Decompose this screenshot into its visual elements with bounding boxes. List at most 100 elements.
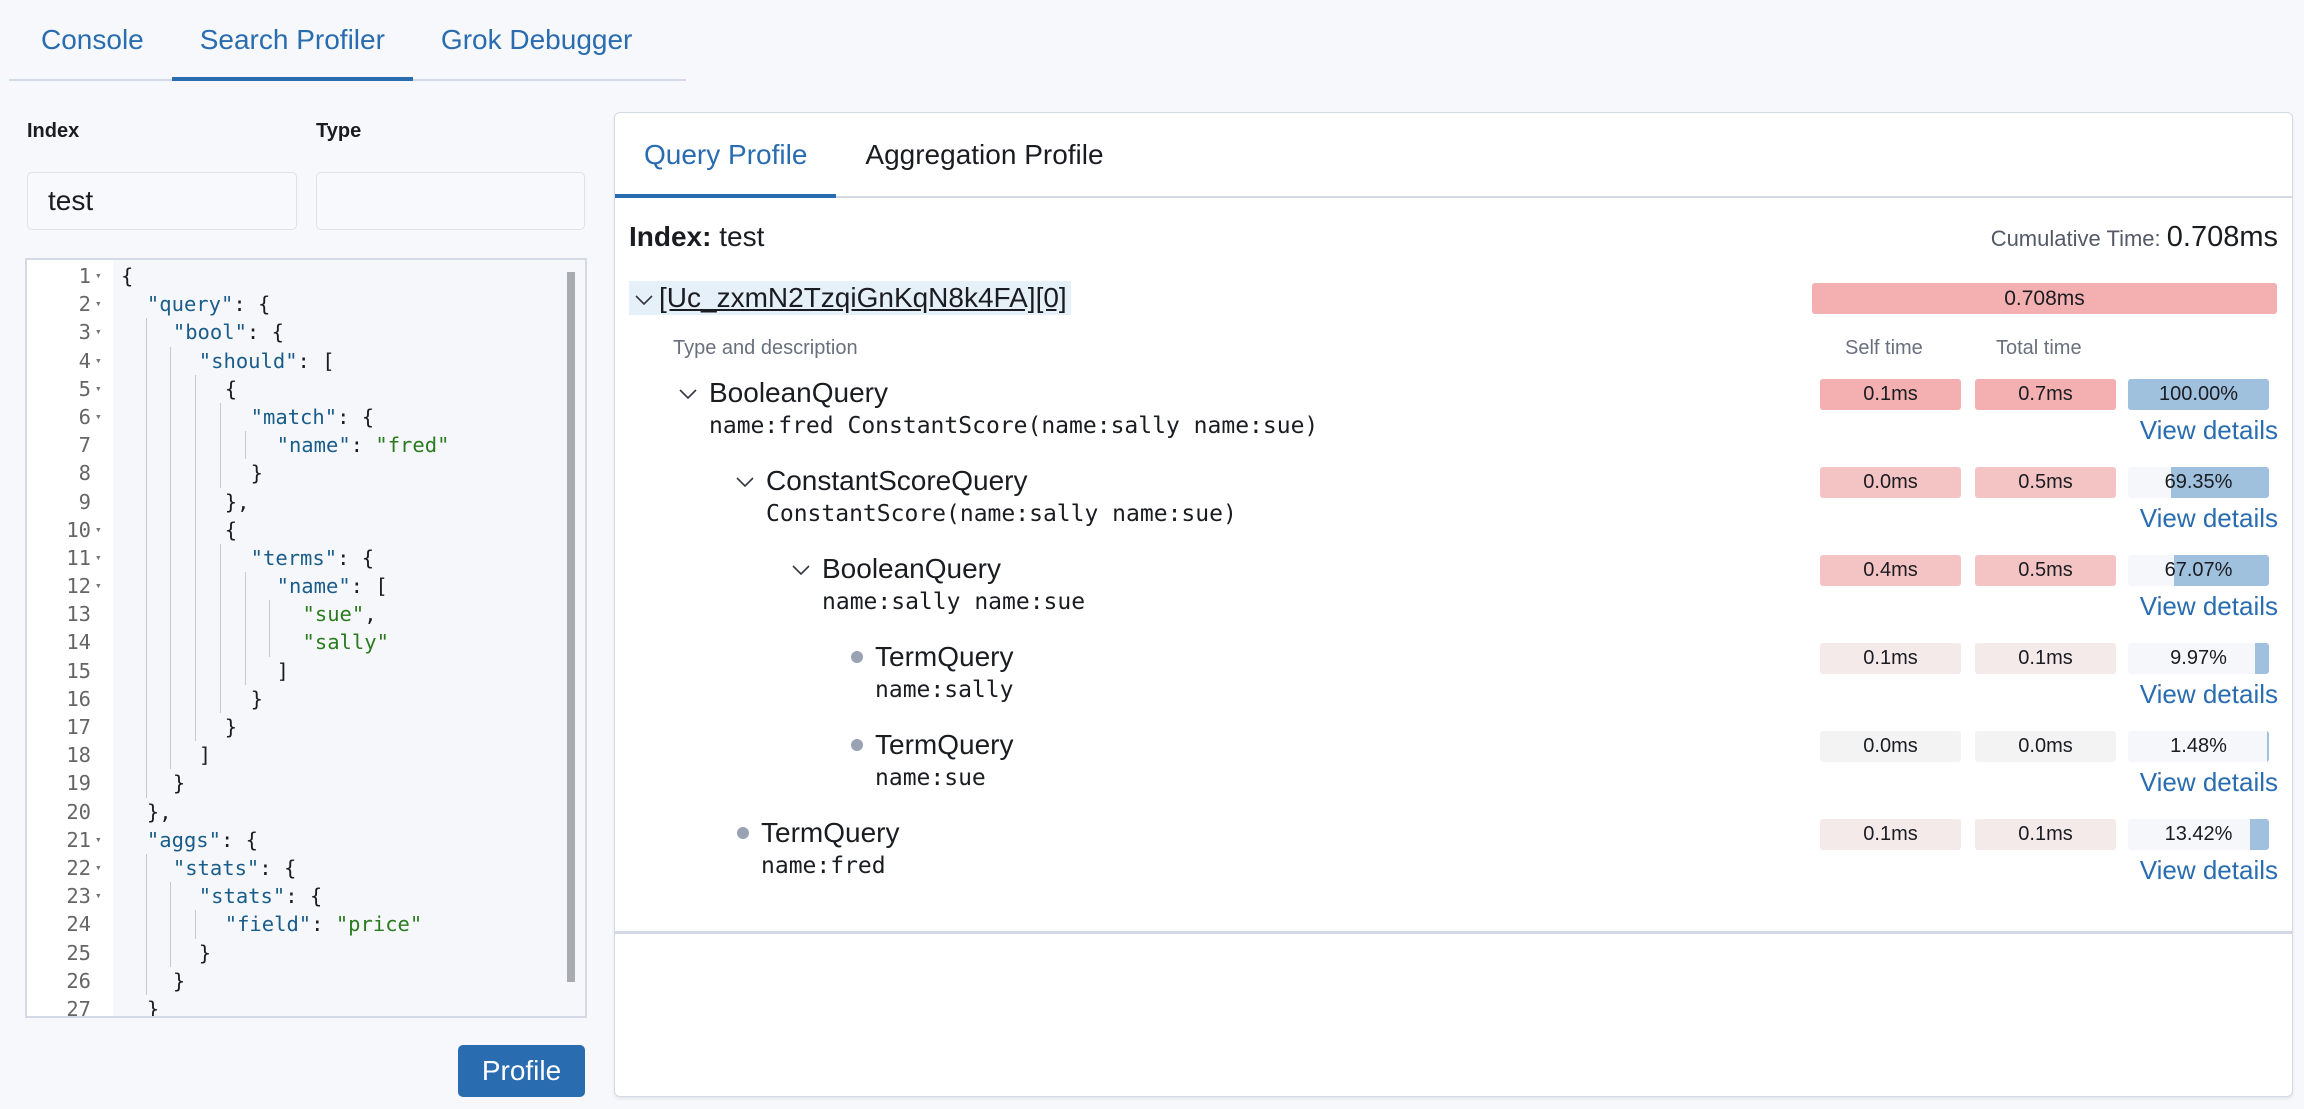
indent-guide bbox=[219, 431, 221, 460]
self-time-badge: 0.1ms bbox=[1820, 819, 1961, 850]
line-number: 17 bbox=[66, 715, 91, 739]
type-input[interactable] bbox=[316, 172, 585, 230]
query-row: TermQuery name:sally 0.1ms 0.1ms 9.97% View d… bbox=[615, 639, 2292, 727]
line-number: 26 bbox=[66, 968, 91, 993]
indent-guide bbox=[219, 628, 221, 657]
code-text: "sue", bbox=[302, 602, 377, 627]
fold-arrow-icon[interactable]: ▾ bbox=[95, 882, 102, 910]
index-label: Index bbox=[27, 120, 80, 142]
fold-arrow-icon[interactable]: ▾ bbox=[95, 826, 102, 854]
indent-guide bbox=[244, 656, 246, 685]
fold-arrow-icon[interactable]: ▾ bbox=[95, 544, 102, 572]
editor-code[interactable]: 1 ▾{2 ▾ "query": {3 ▾ "bool": {4 ▾ "should": [5… bbox=[27, 262, 585, 1018]
code-text: "query": { bbox=[146, 292, 271, 317]
line-number: 27 bbox=[66, 996, 91, 1018]
code-text: "match": { bbox=[250, 404, 375, 429]
view-details-link[interactable]: View details bbox=[2140, 415, 2278, 446]
profile-results-panel: Query Profile Aggregation Profile Index:… bbox=[614, 112, 2293, 1097]
self-time-badge: 0.0ms bbox=[1820, 731, 1961, 762]
tab-console[interactable]: Console bbox=[9, 0, 172, 79]
indent-guide bbox=[219, 600, 221, 629]
editor-line: 19} bbox=[27, 769, 585, 798]
code-text: "aggs": { bbox=[146, 827, 259, 852]
line-number: 4 bbox=[78, 348, 91, 373]
indent-guide bbox=[195, 656, 197, 685]
view-details-link[interactable]: View details bbox=[2140, 503, 2278, 534]
query-type[interactable]: BooleanQuery bbox=[679, 375, 888, 411]
percent-bar: 69.35% bbox=[2128, 467, 2269, 498]
query-editor[interactable]: 1 ▾{2 ▾ "query": {3 ▾ "bool": {4 ▾ "should": [5… bbox=[25, 258, 587, 1018]
line-number: 1 bbox=[78, 264, 91, 288]
tab-grok-debugger[interactable]: Grok Debugger bbox=[413, 0, 660, 79]
code-text: } bbox=[146, 996, 160, 1018]
view-details-link[interactable]: View details bbox=[2140, 591, 2278, 622]
shard-toggle[interactable]: [Uc_zxmN2TzqiGnKqN8k4FA][0] bbox=[629, 281, 1071, 315]
indent-guide bbox=[219, 656, 221, 685]
query-type-label: BooleanQuery bbox=[709, 377, 889, 408]
percent-value: 1.48% bbox=[2170, 735, 2227, 757]
editor-line: 20}, bbox=[27, 798, 585, 826]
view-details-link[interactable]: View details bbox=[2140, 679, 2278, 710]
indent-guide bbox=[145, 543, 147, 573]
index-input[interactable] bbox=[27, 172, 297, 230]
fold-arrow-icon[interactable]: ▾ bbox=[95, 572, 102, 600]
tab-aggregation-profile[interactable]: Aggregation Profile bbox=[836, 113, 1132, 196]
fold-arrow-icon[interactable]: ▾ bbox=[95, 403, 102, 431]
line-number: 24 bbox=[66, 912, 91, 937]
query-type[interactable]: BooleanQuery bbox=[792, 551, 1001, 587]
fold-arrow-icon[interactable]: ▾ bbox=[95, 318, 102, 346]
editor-line: 21 ▾ "aggs": { bbox=[27, 826, 585, 854]
tab-query-profile[interactable]: Query Profile bbox=[615, 113, 837, 198]
view-details-link[interactable]: View details bbox=[2140, 767, 2278, 798]
chevron-down-icon[interactable] bbox=[679, 375, 709, 411]
indent-guide bbox=[195, 713, 197, 742]
indent-guide bbox=[145, 402, 147, 432]
indent-guide bbox=[219, 684, 221, 713]
query-type[interactable]: ConstantScoreQuery bbox=[736, 463, 1027, 499]
query-row: BooleanQuery name:fred ConstantScore(name… bbox=[615, 375, 2292, 463]
indent-guide bbox=[170, 882, 172, 911]
editor-line: 11 ▾ "terms": { bbox=[27, 543, 585, 573]
indent-guide bbox=[145, 600, 147, 629]
editor-line: 27} bbox=[27, 995, 585, 1018]
fold-arrow-icon[interactable]: ▾ bbox=[95, 290, 102, 318]
indent-guide bbox=[170, 402, 172, 432]
fold-arrow-icon[interactable]: ▾ bbox=[95, 516, 102, 544]
profile-button[interactable]: Profile bbox=[458, 1045, 585, 1097]
indent-guide bbox=[145, 966, 147, 995]
editor-line: 9}, bbox=[27, 487, 585, 516]
fold-arrow-icon[interactable]: ▾ bbox=[95, 375, 102, 403]
line-number: 6 bbox=[78, 404, 91, 429]
indent-guide bbox=[170, 459, 172, 488]
indent-guide bbox=[195, 910, 197, 939]
editor-line: 3 ▾ "bool": { bbox=[27, 318, 585, 347]
fold-arrow-icon[interactable]: ▾ bbox=[95, 262, 102, 290]
chevron-down-icon[interactable] bbox=[736, 463, 766, 499]
shard-id[interactable]: [Uc_zxmN2TzqiGnKqN8k4FA][0] bbox=[659, 282, 1067, 314]
indent-guide bbox=[195, 628, 197, 657]
editor-line: 15] bbox=[27, 656, 585, 685]
indent-guide bbox=[145, 684, 147, 713]
code-text: } bbox=[172, 968, 186, 993]
code-text: ] bbox=[276, 658, 289, 683]
fold-arrow-icon[interactable]: ▾ bbox=[95, 347, 102, 375]
view-details-link[interactable]: View details bbox=[2140, 855, 2278, 886]
indent-guide bbox=[170, 656, 172, 685]
editor-line: 24 "field": "price" bbox=[27, 910, 585, 939]
tab-search-profiler[interactable]: Search Profiler bbox=[171, 0, 414, 81]
percent-bar: 1.48% bbox=[2128, 731, 2269, 762]
chevron-down-icon[interactable] bbox=[792, 551, 822, 587]
fold-arrow-icon[interactable]: ▾ bbox=[95, 854, 102, 882]
editor-scrollbar[interactable] bbox=[567, 272, 575, 982]
indent-guide bbox=[145, 487, 147, 516]
percent-value: 100.00% bbox=[2159, 383, 2238, 405]
query-description: name:sally bbox=[875, 677, 1014, 703]
indent-guide bbox=[219, 402, 221, 432]
editor-line: 26} bbox=[27, 966, 585, 995]
total-time-badge: 0.1ms bbox=[1975, 819, 2116, 850]
self-time-badge: 0.0ms bbox=[1820, 467, 1961, 498]
indent-guide bbox=[145, 882, 147, 911]
indent-guide bbox=[269, 628, 271, 657]
editor-line: 7 "name": "fred" bbox=[27, 431, 585, 460]
indent-guide bbox=[145, 431, 147, 460]
